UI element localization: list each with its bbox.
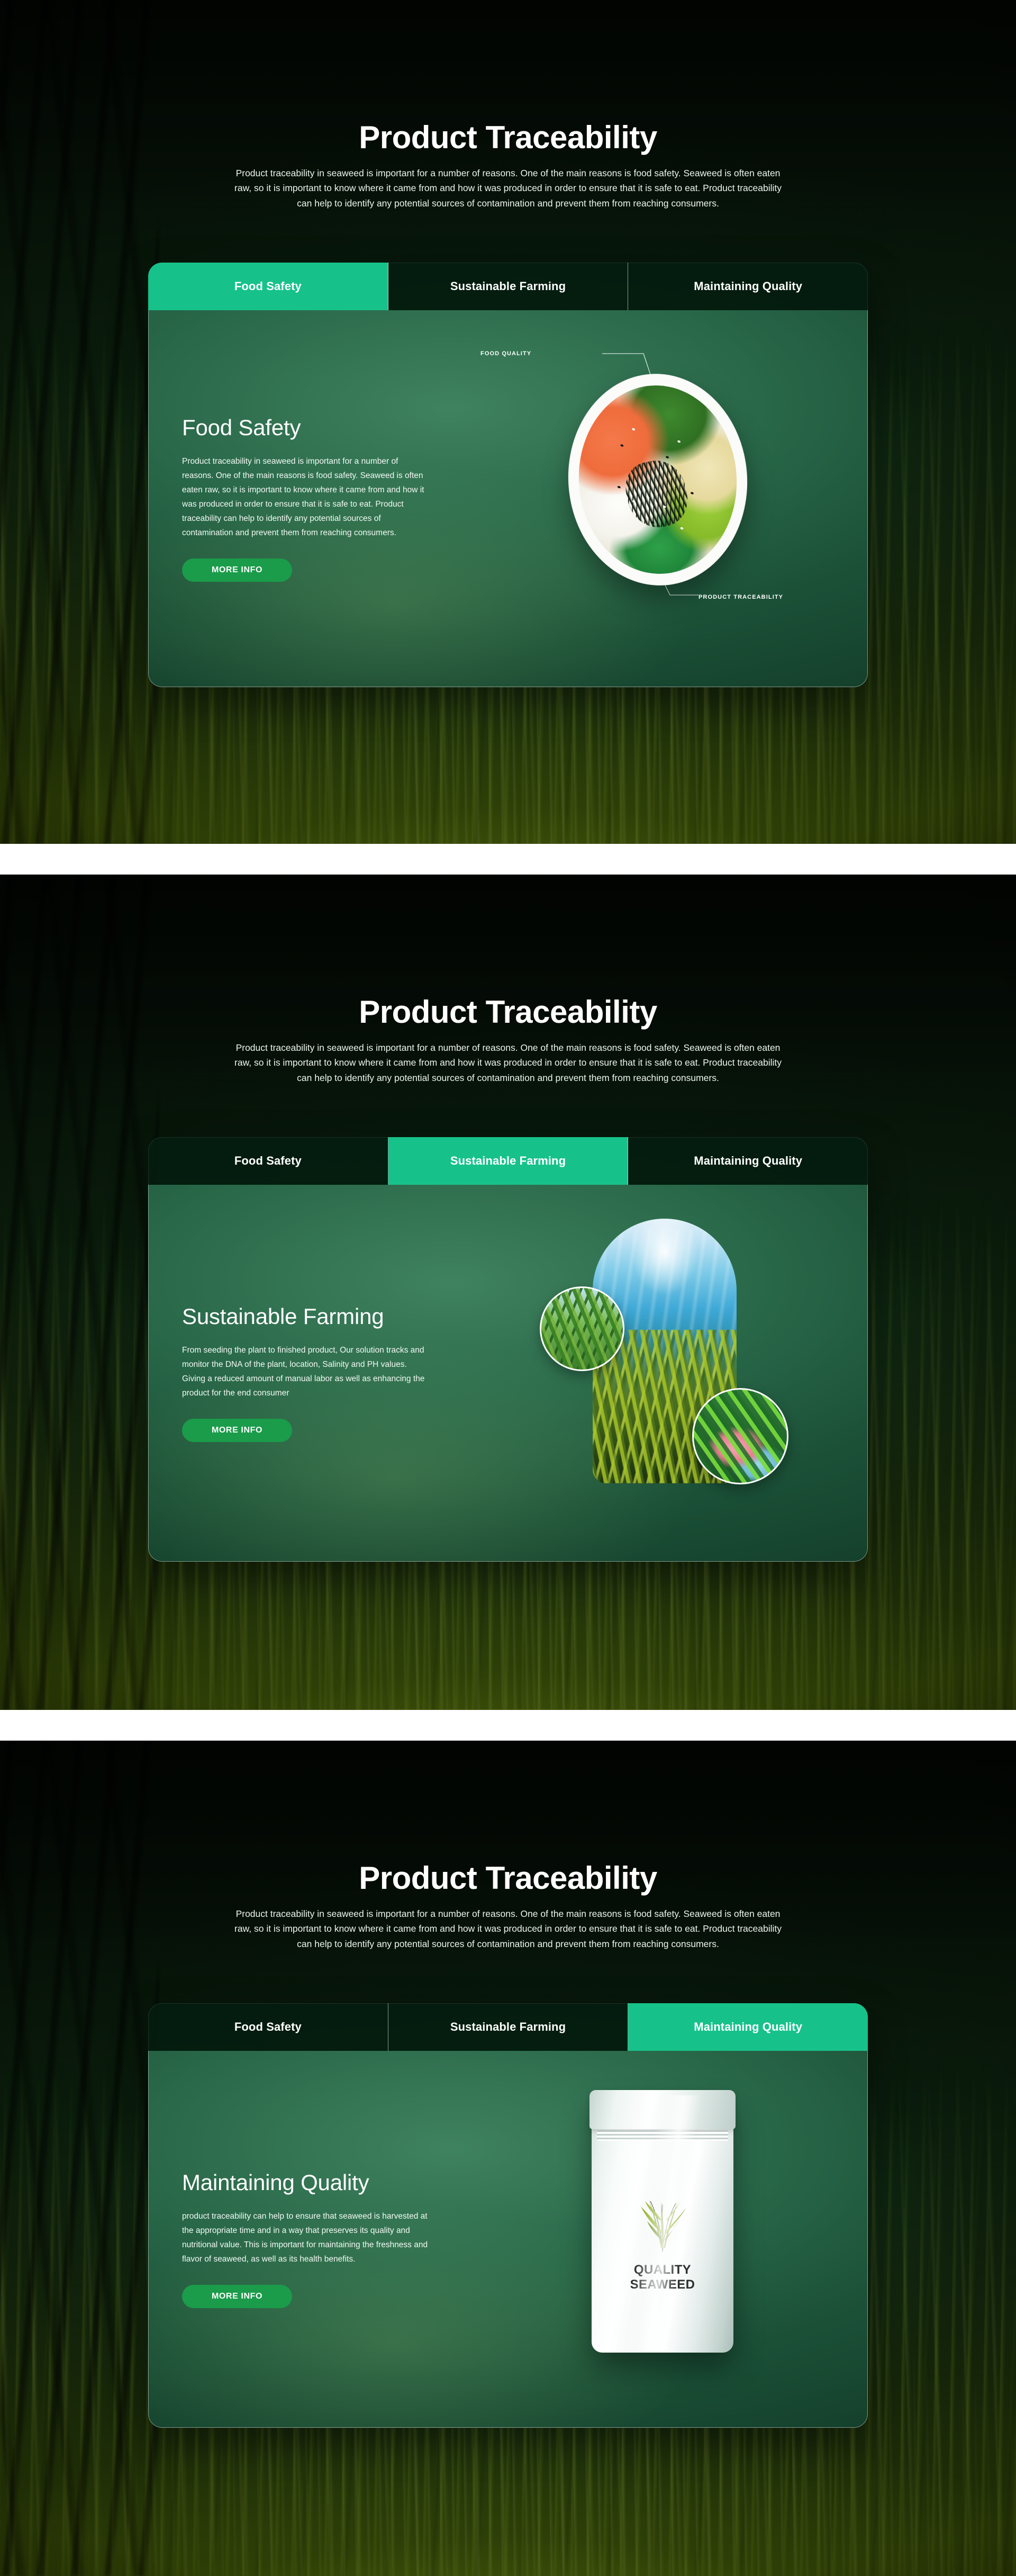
tab-label: Maintaining Quality xyxy=(694,280,803,293)
tab-label: Sustainable Farming xyxy=(450,1154,566,1168)
tab-label: Food Safety xyxy=(234,2020,302,2034)
inset-photo-anemone-fish xyxy=(692,1388,788,1485)
sesame-seeds xyxy=(573,380,743,579)
panel-text-block: Food Safety Product traceability in seaw… xyxy=(148,415,476,582)
panel-media-sustainable-farming xyxy=(476,1185,868,1562)
tab-card: Food Safety Sustainable Farming Maintain… xyxy=(148,2003,868,2428)
hero-subtitle: Product traceability in seaweed is impor… xyxy=(234,1908,782,1949)
tab-maintaining-quality[interactable]: Maintaining Quality xyxy=(628,2003,868,2051)
tab-bar: Food Safety Sustainable Farming Maintain… xyxy=(148,1137,868,1185)
tab-food-safety[interactable]: Food Safety xyxy=(148,263,388,311)
tab-sustainable-farming[interactable]: Sustainable Farming xyxy=(388,1137,629,1185)
page-title: Product Traceability xyxy=(359,994,657,1030)
panel-text-block: Sustainable Farming From seeding the pla… xyxy=(148,1304,476,1443)
section-sustainable-farming: Product Traceability Product traceabilit… xyxy=(0,875,1016,1710)
tab-label: Food Safety xyxy=(234,1154,302,1168)
tab-card: Food Safety Sustainable Farming Maintain… xyxy=(148,1137,868,1562)
tab-bar: Food Safety Sustainable Farming Maintain… xyxy=(148,2003,868,2051)
bowl-contents xyxy=(572,380,743,579)
panel-description: From seeding the plant to finished produ… xyxy=(182,1346,425,1398)
tab-sustainable-farming[interactable]: Sustainable Farming xyxy=(388,2003,629,2051)
section-maintaining-quality: Product Traceability Product traceabilit… xyxy=(0,1741,1016,2576)
panel-description: product traceability can help to ensure … xyxy=(182,2212,428,2264)
poke-bowl-figure: FOOD QUALITY PRODUCT TRACEABILITY xyxy=(480,344,783,614)
section-food-safety: Product Traceability Product traceabilit… xyxy=(0,0,1016,844)
section-separator xyxy=(0,844,1016,875)
tab-label: Maintaining Quality xyxy=(694,2020,803,2034)
panel-title: Sustainable Farming xyxy=(182,1304,384,1329)
hero-subtitle: Product traceability in seaweed is impor… xyxy=(234,168,782,209)
poke-bowl-photo xyxy=(561,367,755,592)
pouch-zipper xyxy=(597,2130,728,2141)
more-info-button[interactable]: MORE INFO xyxy=(182,2285,292,2309)
more-info-button[interactable]: MORE INFO xyxy=(182,1419,292,1443)
section-separator xyxy=(0,1710,1016,1741)
inset-photo-seaweed-blades xyxy=(540,1286,624,1372)
hero: Product Traceability Product traceabilit… xyxy=(0,875,1016,1085)
panel-sustainable-farming: Sustainable Farming From seeding the pla… xyxy=(148,1185,868,1562)
tab-label: Food Safety xyxy=(234,280,302,293)
pouch-label-line2: SEAWEED xyxy=(630,2277,695,2292)
panel-media-food-safety: FOOD QUALITY PRODUCT TRACEABILITY xyxy=(476,310,868,687)
hero: Product Traceability Product traceabilit… xyxy=(0,0,1016,211)
hero: Product Traceability Product traceabilit… xyxy=(0,1741,1016,1951)
tab-label: Sustainable Farming xyxy=(450,2020,566,2034)
panel-text-block: Maintaining Quality product traceability… xyxy=(148,2170,476,2309)
pouch-top-seal xyxy=(589,2090,736,2130)
tab-food-safety[interactable]: Food Safety xyxy=(148,2003,388,2051)
page-title: Product Traceability xyxy=(359,1860,657,1896)
tab-food-safety[interactable]: Food Safety xyxy=(148,1137,388,1185)
panel-title: Food Safety xyxy=(182,415,301,440)
tab-label: Sustainable Farming xyxy=(450,280,566,293)
annotation-label-food-quality: FOOD QUALITY xyxy=(480,350,532,357)
panel-food-safety: Food Safety Product traceability in seaw… xyxy=(148,310,868,687)
panel-maintaining-quality: Maintaining Quality product traceability… xyxy=(148,2051,868,2428)
underwater-collage xyxy=(540,1209,788,1506)
annotation-label-product-traceability: PRODUCT TRACEABILITY xyxy=(698,594,784,601)
product-pouch-photo: QUALITY SEAWEED xyxy=(589,2090,736,2353)
seaweed-logo-icon xyxy=(641,2199,686,2253)
tab-maintaining-quality[interactable]: Maintaining Quality xyxy=(628,1137,868,1185)
page-title: Product Traceability xyxy=(359,120,657,155)
hero-subtitle: Product traceability in seaweed is impor… xyxy=(234,1042,782,1083)
tab-sustainable-farming[interactable]: Sustainable Farming xyxy=(388,263,629,311)
product-pouch-figure: QUALITY SEAWEED xyxy=(561,2075,762,2372)
panel-title: Maintaining Quality xyxy=(182,2170,369,2195)
tab-label: Maintaining Quality xyxy=(694,1154,803,1168)
pouch-label: QUALITY SEAWEED xyxy=(592,2263,733,2293)
tab-card: Food Safety Sustainable Farming Maintain… xyxy=(148,263,868,688)
pouch-label-line1: QUALITY xyxy=(633,2263,692,2277)
tab-bar: Food Safety Sustainable Farming Maintain… xyxy=(148,263,868,311)
panel-media-maintaining-quality: QUALITY SEAWEED xyxy=(476,2051,868,2428)
more-info-button[interactable]: MORE INFO xyxy=(182,559,292,582)
panel-description: Product traceability in seaweed is impor… xyxy=(182,457,424,538)
tab-maintaining-quality[interactable]: Maintaining Quality xyxy=(628,263,868,311)
